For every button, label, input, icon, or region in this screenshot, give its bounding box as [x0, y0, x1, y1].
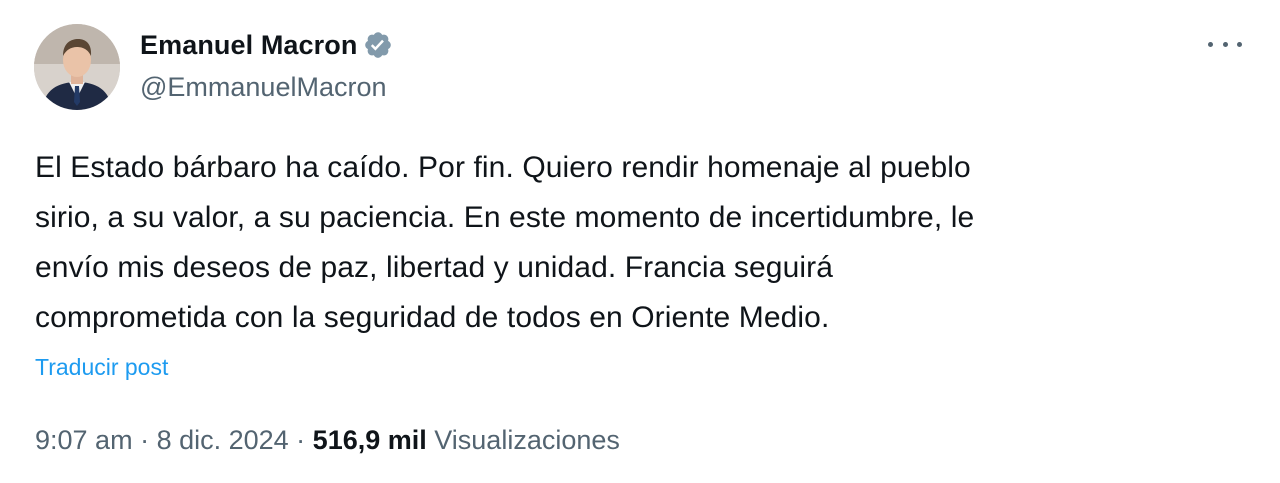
meta-separator: ·: [132, 425, 157, 455]
author-block: Emanuel Macron @EmmanuelMacron: [140, 26, 393, 103]
post-line: envío mis deseos de paz, libertad y unid…: [35, 251, 834, 284]
meta-separator: ·: [288, 425, 313, 455]
avatar-image: [34, 24, 120, 110]
post-line: El Estado bárbaro ha caído. Por fin. Qui…: [35, 151, 971, 184]
more-options-icon[interactable]: [1208, 34, 1242, 54]
tweet-card: Emanuel Macron @EmmanuelMacron El Estado…: [0, 0, 1280, 483]
translate-post-link[interactable]: Traducir post: [35, 354, 168, 381]
views-count[interactable]: 516,9 mil: [313, 425, 427, 455]
post-line: comprometida con la seguridad de todos e…: [35, 301, 830, 334]
more-dot: [1237, 41, 1242, 47]
display-name[interactable]: Emanuel Macron: [140, 30, 357, 61]
post-date[interactable]: 8 dic. 2024: [157, 425, 289, 455]
more-dot: [1208, 41, 1213, 47]
avatar[interactable]: [34, 24, 120, 110]
post-meta: 9:07 am · 8 dic. 2024 · 516,9 mil Visual…: [35, 425, 620, 456]
post-text: El Estado bárbaro ha caído. Por fin. Qui…: [35, 143, 1235, 343]
views-label: Visualizaciones: [434, 425, 620, 455]
verified-badge-icon[interactable]: [363, 30, 393, 60]
more-dot: [1222, 41, 1228, 47]
name-row: Emanuel Macron: [140, 26, 393, 64]
post-time[interactable]: 9:07 am: [35, 425, 133, 455]
post-line: sirio, a su valor, a su paciencia. En es…: [35, 201, 975, 234]
user-handle[interactable]: @EmmanuelMacron: [140, 72, 393, 103]
